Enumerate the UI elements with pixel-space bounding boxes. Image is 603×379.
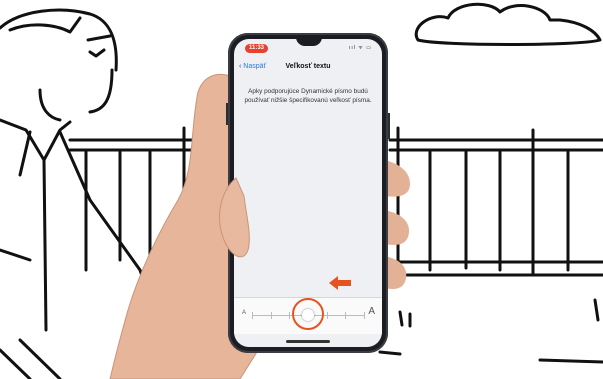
arrow-left-icon: [329, 276, 351, 290]
thumb: [219, 177, 250, 258]
video-frame: 11:33 ııl ᯤ ▭ ‹ Naspäť Veľkosť textu Apk…: [0, 0, 603, 379]
